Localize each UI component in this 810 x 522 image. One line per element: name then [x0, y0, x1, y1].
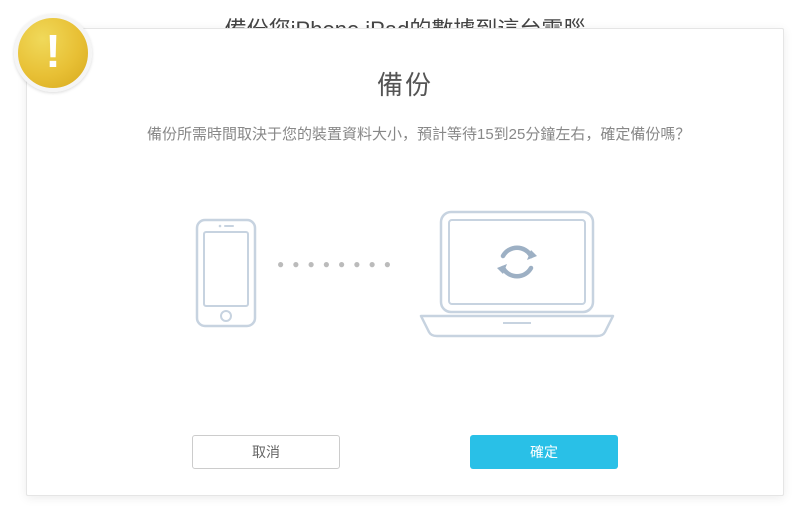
sync-icon [497, 247, 537, 276]
illustration: ●●●●●●●● [97, 208, 713, 338]
warning-icon: ! [14, 14, 92, 92]
cancel-button[interactable]: 取消 [192, 435, 340, 469]
connection-dots-icon: ●●●●●●●● [277, 257, 399, 271]
warning-badge: ! [14, 14, 92, 92]
laptop-icon [419, 208, 615, 338]
button-row: 取消 確定 [27, 435, 783, 469]
dialog-title: 備份 [97, 65, 713, 102]
exclamation-icon: ! [45, 28, 60, 74]
confirm-button[interactable]: 確定 [470, 435, 618, 469]
backup-dialog: 備份 備份所需時間取決于您的裝置資料大小，預計等待15到25分鐘左右，確定備份嗎… [26, 28, 784, 496]
dialog-message: 備份所需時間取決于您的裝置資料大小，預計等待15到25分鐘左右，確定備份嗎？ [147, 122, 693, 148]
phone-icon [195, 218, 257, 328]
